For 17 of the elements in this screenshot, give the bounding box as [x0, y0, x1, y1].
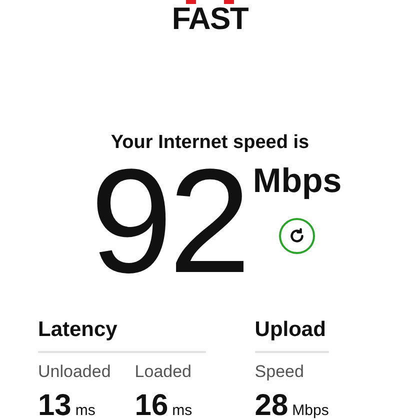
metric-label: Unloaded	[38, 361, 111, 383]
speed-unit: Mbps	[252, 161, 342, 201]
metric-value: 28	[254, 389, 288, 420]
metric-unit: ms	[172, 401, 192, 420]
metric-value: 16	[134, 389, 168, 420]
metric-label: Loaded	[134, 361, 193, 383]
metric-label: Speed	[254, 361, 305, 383]
metric-value: 13	[38, 389, 72, 420]
metric-unit: Mbps	[292, 401, 329, 420]
refresh-icon	[288, 227, 306, 245]
headline: Your Internet speed is	[110, 131, 310, 155]
logo-text: FAST	[172, 4, 248, 34]
section-title: Latency	[38, 317, 118, 343]
metric-unit: ms	[75, 401, 96, 420]
speed-value: 92	[90, 157, 247, 287]
refresh-button[interactable]	[279, 218, 316, 254]
section-title: Upload	[254, 317, 327, 343]
